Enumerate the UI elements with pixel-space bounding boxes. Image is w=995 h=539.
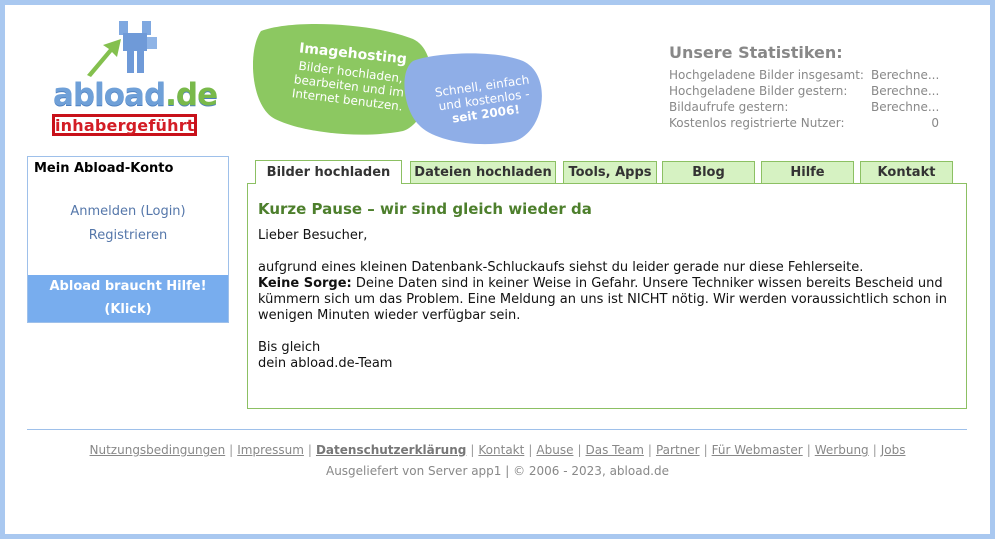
- tab-dateien-hochladen[interactable]: Dateien hochladen: [410, 161, 556, 184]
- footer-link-webmaster[interactable]: Für Webmaster: [712, 443, 803, 457]
- statistics-panel: Unsere Statistiken: Hochgeladene Bilder …: [669, 43, 949, 131]
- tab-blog[interactable]: Blog: [662, 161, 755, 184]
- footer-link-jobs[interactable]: Jobs: [881, 443, 906, 457]
- stat-row: Bildaufrufe gestern: Berechne...: [669, 100, 940, 114]
- message-line: aufgrund eines kleinen Datenbank-Schluck…: [258, 260, 864, 275]
- message-bye: Bis gleich: [258, 340, 321, 355]
- message-reassurance: Keine Sorge: Deine Daten sind in keiner …: [258, 276, 947, 323]
- maintenance-message: Kurze Pause – wir sind gleich wieder da …: [247, 183, 967, 409]
- tab-kontakt[interactable]: Kontakt: [860, 161, 953, 184]
- page-frame: abload.de inhabergeführt Imagehosting Bi…: [5, 5, 990, 534]
- footer-divider: [27, 429, 967, 430]
- message-greeting: Lieber Besucher,: [258, 228, 368, 243]
- logo-wordmark: abload.de: [53, 77, 218, 113]
- register-link[interactable]: Registrieren: [28, 224, 228, 248]
- footer-link-datenschutz[interactable]: Datenschutzerklärung: [316, 443, 466, 457]
- message-heading: Kurze Pause – wir sind gleich wieder da: [258, 200, 592, 218]
- account-sidebar: Mein Abload-Konto Anmelden (Login) Regis…: [27, 156, 229, 340]
- footer-link-kontakt[interactable]: Kontakt: [478, 443, 524, 457]
- promo-bubbles: Imagehosting Bilder hochladen, bearbeite…: [253, 21, 553, 151]
- tab-bilder-hochladen[interactable]: Bilder hochladen: [255, 160, 402, 184]
- upload-arrow-icon: [87, 21, 157, 77]
- tab-hilfe[interactable]: Hilfe: [761, 161, 854, 184]
- sidebar-title: Mein Abload-Konto: [34, 161, 174, 176]
- help-link-de[interactable]: Abload braucht Hilfe! (Klick): [28, 275, 228, 321]
- footer-links: Nutzungsbedingungen | Impressum | Datenschut…: [89, 443, 906, 457]
- footer-link-nutzungsbedingungen[interactable]: Nutzungsbedingungen: [90, 443, 226, 457]
- help-box: Abload braucht Hilfe! (Klick) Abload nee…: [28, 275, 228, 340]
- footer-link-werbung[interactable]: Werbung: [815, 443, 869, 457]
- abload-logo[interactable]: abload.de inhabergeführt: [51, 19, 218, 144]
- stat-row: Kostenlos registrierte Nutzer: 0: [669, 116, 939, 130]
- stat-row: Hochgeladene Bilder insgesamt: Berechne.…: [669, 68, 940, 82]
- footer-link-impressum[interactable]: Impressum: [237, 443, 304, 457]
- message-signature: dein abload.de-Team: [258, 356, 393, 371]
- login-link[interactable]: Anmelden (Login): [28, 200, 228, 224]
- tab-tools-apps[interactable]: Tools, Apps: [563, 161, 657, 184]
- footer-link-abuse[interactable]: Abuse: [536, 443, 573, 457]
- footer-server-info: Ausgeliefert von Server app1 | © 2006 - …: [325, 464, 669, 478]
- footer-link-team[interactable]: Das Team: [586, 443, 644, 457]
- footer-link-partner[interactable]: Partner: [656, 443, 700, 457]
- statistics-title: Unsere Statistiken:: [669, 43, 843, 62]
- owner-managed-badge: inhabergeführt: [52, 114, 197, 136]
- stat-row: Hochgeladene Bilder gestern: Berechne...: [669, 84, 940, 98]
- help-link-en[interactable]: Abload needs help! (Click): [28, 321, 228, 344]
